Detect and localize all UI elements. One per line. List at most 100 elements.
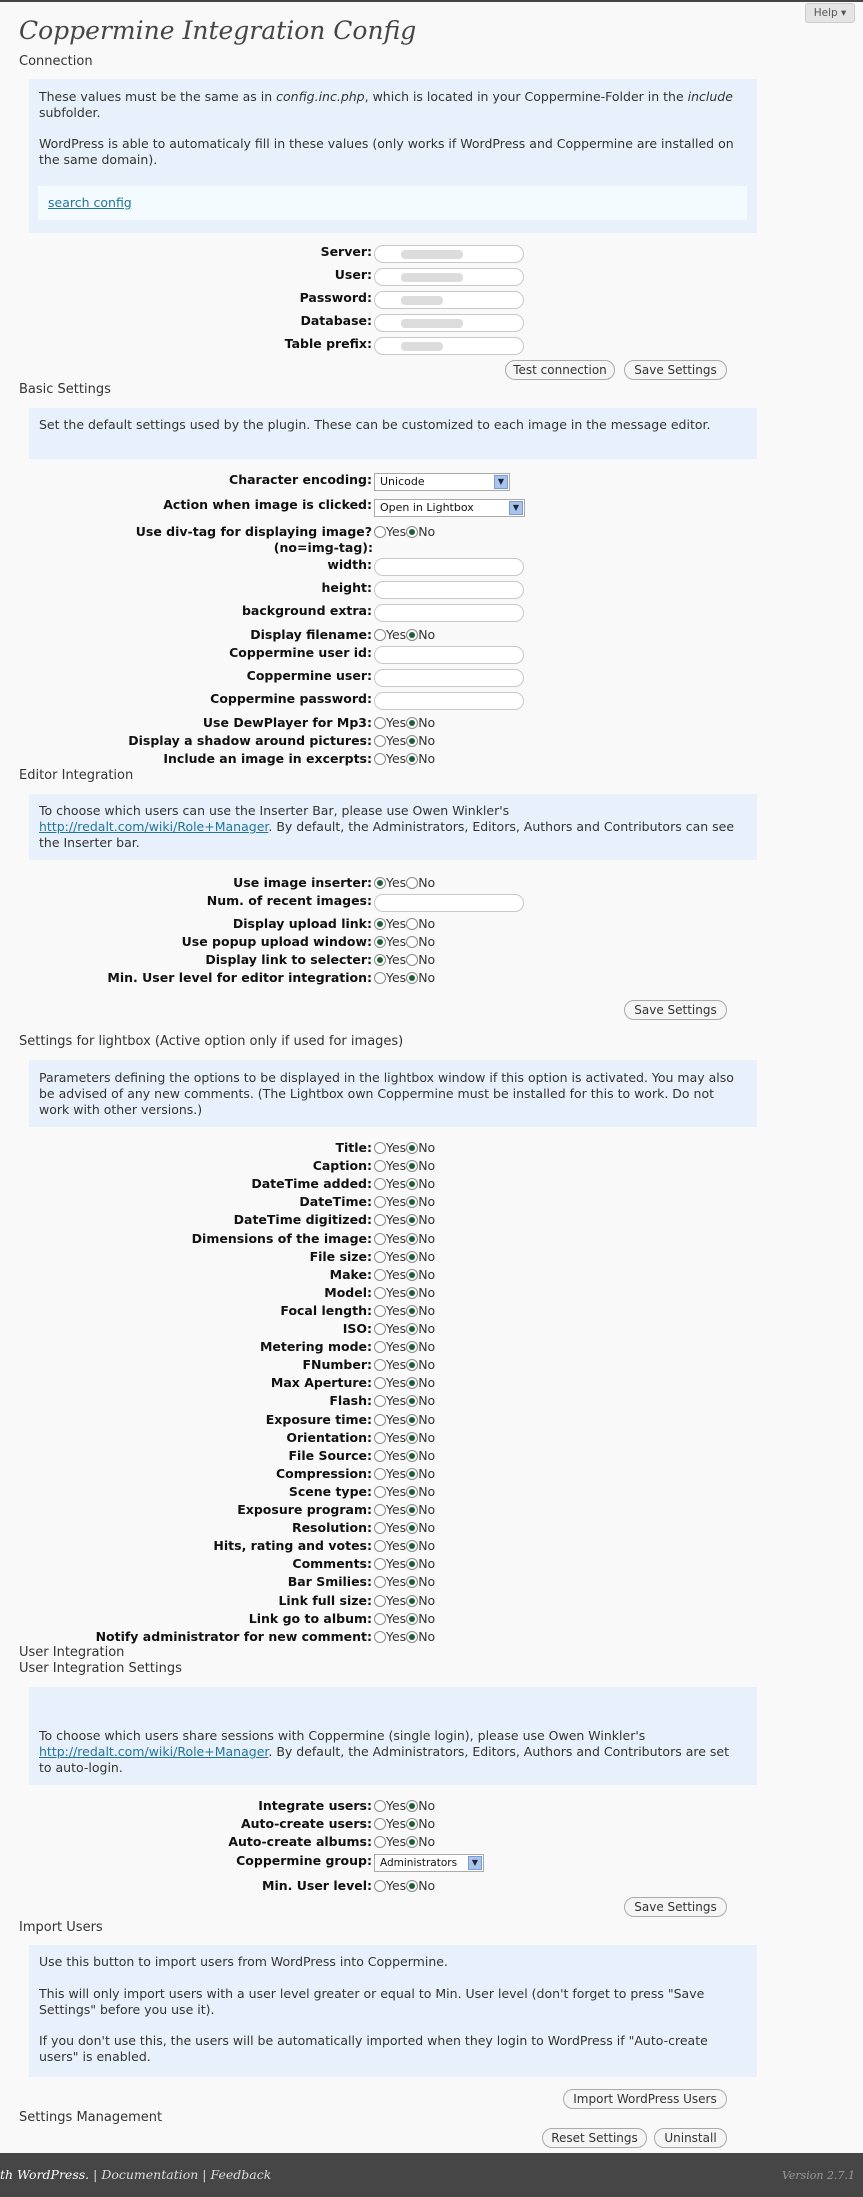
upload-link-radio[interactable]: Yes No	[374, 916, 435, 931]
role-manager-link[interactable]: http://redalt.com/wiki/Role+Manager	[39, 819, 268, 834]
radio-no[interactable]	[406, 1630, 419, 1643]
radio-no[interactable]	[406, 1521, 419, 1534]
radio-yes[interactable]	[374, 971, 386, 984]
height-field[interactable]	[374, 581, 524, 599]
lightbox-option-radio[interactable]: Yes No	[374, 1267, 435, 1282]
radio-yes[interactable]	[374, 628, 386, 641]
radio-no[interactable]	[406, 876, 419, 889]
lightbox-option-radio[interactable]: Yes No	[374, 1321, 435, 1336]
radio-yes[interactable]	[374, 1141, 386, 1154]
encoding-select[interactable]: Unicode ▼	[374, 473, 510, 491]
radio-yes[interactable]	[374, 1575, 386, 1588]
radio-yes[interactable]	[374, 1250, 386, 1263]
lightbox-option-radio[interactable]: Yes No	[374, 1194, 435, 1209]
password-field[interactable]	[374, 291, 524, 309]
lightbox-option-radio[interactable]: Yes No	[374, 1375, 435, 1390]
save-settings-button-1[interactable]: Save Settings	[624, 360, 727, 380]
uninstall-button[interactable]: Uninstall	[654, 2128, 727, 2148]
table-prefix-field[interactable]	[374, 337, 524, 355]
radio-no[interactable]	[406, 1431, 419, 1444]
lightbox-option-radio[interactable]: Yes No	[374, 1393, 435, 1408]
radio-yes[interactable]	[374, 917, 386, 930]
lightbox-option-radio[interactable]: Yes No	[374, 1502, 435, 1517]
radio-yes[interactable]	[374, 1557, 386, 1570]
cpg-password-field[interactable]	[374, 692, 524, 710]
lightbox-option-radio[interactable]: Yes No	[374, 1339, 435, 1354]
radio-no[interactable]	[406, 953, 419, 966]
lightbox-option-radio[interactable]: Yes No	[374, 1611, 435, 1626]
save-settings-button-3[interactable]: Save Settings	[624, 1897, 727, 1917]
inserter-radio[interactable]: Yes No	[374, 875, 435, 890]
radio-yes[interactable]	[374, 1431, 386, 1444]
lightbox-option-radio[interactable]: Yes No	[374, 1556, 435, 1571]
radio-no[interactable]	[406, 1449, 419, 1462]
auto-albums-radio[interactable]: Yes No	[374, 1834, 435, 1849]
radio-no[interactable]	[406, 525, 419, 538]
radio-yes[interactable]	[374, 1232, 386, 1245]
radio-no[interactable]	[406, 1268, 419, 1281]
shadow-radio[interactable]: Yes No	[374, 733, 435, 748]
recent-field[interactable]	[374, 894, 524, 912]
radio-no[interactable]	[406, 1340, 419, 1353]
lightbox-option-radio[interactable]: Yes No	[374, 1231, 435, 1246]
role-manager-link[interactable]: http://redalt.com/wiki/Role+Manager	[39, 1744, 268, 1759]
help-button[interactable]: Help ▾	[805, 3, 855, 23]
radio-no[interactable]	[406, 1503, 419, 1516]
radio-yes[interactable]	[374, 734, 386, 747]
selecter-radio[interactable]: Yes No	[374, 952, 435, 967]
radio-yes[interactable]	[374, 1177, 386, 1190]
radio-no[interactable]	[406, 1835, 419, 1848]
radio-no[interactable]	[406, 1413, 419, 1426]
lightbox-option-radio[interactable]: Yes No	[374, 1140, 435, 1155]
radio-no[interactable]	[406, 1799, 419, 1812]
radio-yes[interactable]	[374, 1799, 386, 1812]
lightbox-option-radio[interactable]: Yes No	[374, 1158, 435, 1173]
radio-no[interactable]	[406, 1879, 419, 1892]
radio-yes[interactable]	[374, 1358, 386, 1371]
radio-no[interactable]	[406, 752, 419, 765]
lightbox-option-radio[interactable]: Yes No	[374, 1593, 435, 1608]
width-field[interactable]	[374, 558, 524, 576]
radio-no[interactable]	[406, 1557, 419, 1570]
radio-no[interactable]	[406, 1322, 419, 1335]
divtag-radio[interactable]: Yes No	[374, 524, 435, 539]
radio-yes[interactable]	[374, 1413, 386, 1426]
feedback-link[interactable]: Feedback	[210, 2167, 271, 2182]
radio-no[interactable]	[406, 1358, 419, 1371]
radio-yes[interactable]	[374, 1340, 386, 1353]
radio-yes[interactable]	[374, 1503, 386, 1516]
cpg-userid-field[interactable]	[374, 646, 524, 664]
lightbox-option-radio[interactable]: Yes No	[374, 1357, 435, 1372]
radio-no[interactable]	[406, 1394, 419, 1407]
lightbox-option-radio[interactable]: Yes No	[374, 1448, 435, 1463]
radio-yes[interactable]	[374, 1485, 386, 1498]
radio-no[interactable]	[406, 917, 419, 930]
radio-yes[interactable]	[374, 1467, 386, 1480]
radio-no[interactable]	[406, 1232, 419, 1245]
editor-minlevel-radio[interactable]: Yes No	[374, 970, 435, 985]
radio-yes[interactable]	[374, 525, 386, 538]
lightbox-option-radio[interactable]: Yes No	[374, 1466, 435, 1481]
radio-yes[interactable]	[374, 1286, 386, 1299]
footer-wordpress[interactable]: th WordPress.	[0, 2167, 89, 2182]
radio-no[interactable]	[406, 1594, 419, 1607]
radio-yes[interactable]	[374, 1195, 386, 1208]
radio-no[interactable]	[406, 1286, 419, 1299]
test-connection-button[interactable]: Test connection	[505, 360, 615, 380]
radio-yes[interactable]	[374, 1594, 386, 1607]
lightbox-option-radio[interactable]: Yes No	[374, 1303, 435, 1318]
radio-no[interactable]	[406, 1141, 419, 1154]
cpg-user-field[interactable]	[374, 669, 524, 687]
import-users-button[interactable]: Import WordPress Users	[563, 2089, 727, 2109]
database-field[interactable]	[374, 314, 524, 332]
filename-radio[interactable]: Yes No	[374, 627, 435, 642]
lightbox-option-radio[interactable]: Yes No	[374, 1285, 435, 1300]
radio-yes[interactable]	[374, 953, 386, 966]
documentation-link[interactable]: Documentation	[101, 2167, 198, 2182]
radio-yes[interactable]	[374, 1449, 386, 1462]
radio-no[interactable]	[406, 1159, 419, 1172]
auto-users-radio[interactable]: Yes No	[374, 1816, 435, 1831]
lightbox-option-radio[interactable]: Yes No	[374, 1574, 435, 1589]
radio-yes[interactable]	[374, 1213, 386, 1226]
radio-no[interactable]	[406, 1485, 419, 1498]
